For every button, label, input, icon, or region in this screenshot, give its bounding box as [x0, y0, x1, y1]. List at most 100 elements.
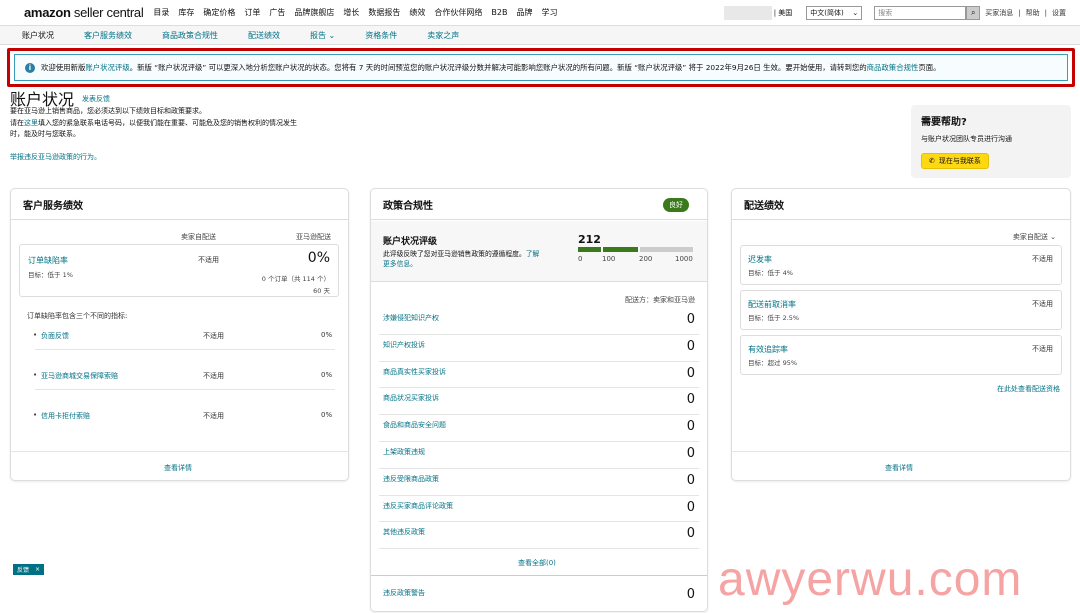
- close-icon[interactable]: ×: [35, 566, 40, 573]
- tab-customer-service[interactable]: 客户服务绩效: [84, 30, 132, 41]
- cancel-rate-name[interactable]: 配送前取消率: [748, 299, 796, 310]
- policy-row-label[interactable]: 其他违反政策: [383, 527, 425, 537]
- gauge-tick: 100: [602, 255, 616, 263]
- settings-link[interactable]: 设置: [1052, 8, 1066, 18]
- intro-text: 要在亚马逊上销售商品，您必须达到以下绩效目标和政策要求。 请在这里填入您的紧急联…: [10, 106, 340, 141]
- feedback-link[interactable]: 发表反馈: [82, 94, 110, 104]
- watermark: awyerwu.com: [718, 553, 1023, 606]
- valid-tracking-box: 有效追踪率 目标：超过 95% 不适用: [740, 335, 1062, 375]
- report-violation-link[interactable]: 举报违反亚马逊政策的行为。: [10, 152, 101, 162]
- late-shipment-name[interactable]: 迟发率: [748, 254, 772, 265]
- view-all-link[interactable]: 查看全部(0): [518, 558, 556, 568]
- phone-icon: ✆: [929, 157, 935, 165]
- policy-row-count: 0: [686, 338, 695, 354]
- valid-tracking-name[interactable]: 有效追踪率: [748, 344, 788, 355]
- cs-view-details-link[interactable]: 查看详情: [164, 463, 192, 473]
- bullet: •: [33, 371, 38, 379]
- search-input[interactable]: 搜索: [874, 5, 967, 20]
- odr-description: 订单缺陷率包含三个不同的指标:: [27, 312, 128, 320]
- card-title: 客户服务绩效: [11, 189, 348, 220]
- contact-here-link[interactable]: 这里: [24, 119, 38, 127]
- gauge-gap: [601, 247, 603, 252]
- col-header-fba: 亚马逊配送: [296, 233, 331, 241]
- nav-performance[interactable]: 绩效: [409, 7, 425, 18]
- policy-row-count: 0: [686, 446, 695, 461]
- banner-link-ahr[interactable]: 账户状况评级: [85, 62, 129, 73]
- nav-catalog[interactable]: 目录: [153, 7, 169, 18]
- nav-b2b[interactable]: B2B: [491, 8, 507, 17]
- divider: [379, 441, 699, 442]
- shipping-performance-card: 配送绩效 卖家自配送 ⌄ 迟发率 目标：低于 4% 不适用 配送前取消率 目标：…: [731, 188, 1071, 481]
- store-name-blurred[interactable]: [723, 5, 772, 20]
- nav-pricing[interactable]: 确定价格: [203, 7, 235, 18]
- help-link[interactable]: 帮助: [1026, 8, 1040, 18]
- nav-reports[interactable]: 数据报告: [368, 7, 400, 18]
- cancel-rate-box: 配送前取消率 目标：低于 2.5% 不适用: [740, 290, 1062, 330]
- late-shipment-value: 不适用: [1032, 255, 1053, 263]
- tab-policy-compliance[interactable]: 商品政策合规性: [162, 30, 218, 41]
- nav-brands[interactable]: 品牌: [517, 7, 533, 18]
- divider: [379, 494, 699, 496]
- a-to-z-merchant: 不适用: [203, 372, 224, 380]
- col-header-merchant: 卖家自配送: [181, 233, 216, 241]
- negative-feedback-link[interactable]: 负面反馈: [41, 331, 69, 341]
- tab-eligibility[interactable]: 资格条件: [365, 30, 397, 41]
- banner-text: 欢迎使用新版: [41, 63, 86, 72]
- chargeback-merchant: 不适用: [203, 412, 224, 420]
- nav-inventory[interactable]: 库存: [178, 7, 194, 18]
- ship-view-details-link[interactable]: 查看详情: [885, 463, 913, 473]
- nav-stores[interactable]: 品牌旗舰店: [294, 7, 334, 18]
- intro-line: 请在这里填入您的紧急联系电话号码，以便我们能在重要、可能危及您的销售权利的情况发…: [10, 118, 297, 127]
- banner-link-policy[interactable]: 商品政策合规性: [867, 62, 919, 73]
- chargeback-claims-link[interactable]: 信用卡拒付索赔: [41, 411, 90, 421]
- contact-me-button[interactable]: ✆ 现在与我联系: [921, 153, 989, 169]
- divider: [379, 387, 699, 389]
- search-icon[interactable]: ⌕: [966, 5, 981, 20]
- info-icon: i: [25, 62, 35, 73]
- policy-row-label[interactable]: 知识产权投诉: [383, 340, 425, 350]
- divider: [371, 575, 707, 576]
- marketplace-label[interactable]: | 美国: [774, 8, 793, 18]
- seller-central-logo[interactable]: amazon seller central: [24, 5, 144, 20]
- buyer-messages-link[interactable]: 买家消息: [985, 8, 1013, 18]
- policy-warning-link[interactable]: 违反政策警告: [383, 588, 425, 598]
- divider: [35, 349, 335, 350]
- feedback-tag[interactable]: 反馈 ×: [13, 564, 45, 575]
- tab-account-health[interactable]: 账户状况: [22, 30, 54, 41]
- fulfillment-filter[interactable]: 卖家自配送 ⌄: [1013, 232, 1056, 242]
- cancel-rate-value: 不适用: [1032, 300, 1053, 308]
- tab-shipping[interactable]: 配送绩效: [248, 30, 280, 41]
- separator: |: [1018, 8, 1021, 17]
- shipping-eligibility-link[interactable]: 在此处查看配送资格: [997, 384, 1060, 394]
- late-shipment-box: 迟发率 目标：低于 4% 不适用: [740, 245, 1062, 285]
- gauge-tick: 200: [639, 255, 653, 263]
- banner-text: 页面。: [918, 63, 941, 72]
- sub-nav: 账户状况 客户服务绩效 商品政策合规性 配送绩效 报告 ⌄ 资格条件 卖家之声: [0, 26, 1080, 45]
- odr-name[interactable]: 订单缺陷率: [28, 255, 68, 266]
- bullet: •: [33, 411, 38, 419]
- a-to-z-claims-link[interactable]: 亚马逊商城交易保障索赔: [41, 371, 118, 381]
- policy-row-count: 0: [686, 392, 695, 408]
- policy-row-label[interactable]: 商品真实性买家投诉: [383, 367, 446, 377]
- policy-row-label[interactable]: 食品和商品安全问题: [383, 420, 446, 430]
- tab-seller-voice[interactable]: 卖家之声: [427, 30, 459, 41]
- valid-tracking-value: 不适用: [1032, 345, 1053, 353]
- policy-row-label[interactable]: 商品状况买家投诉: [383, 393, 439, 403]
- policy-row-label[interactable]: 违反受限商品政策: [383, 474, 439, 484]
- nav-advertising[interactable]: 广告: [269, 7, 285, 18]
- chargeback-fba: 0%: [321, 411, 333, 419]
- negative-feedback-fba: 0%: [321, 331, 333, 339]
- policy-row-label[interactable]: 涉嫌侵犯知识产权: [383, 313, 439, 323]
- nav-learn[interactable]: 学习: [542, 7, 558, 18]
- tab-reports[interactable]: 报告 ⌄: [310, 30, 335, 41]
- odr-metric-box: 订单缺陷率 目标：低于 1% 不适用 0% 0 个订单（共 114 个） 60 …: [19, 244, 339, 297]
- policy-row-count: 0: [686, 472, 695, 488]
- nav-partner-network[interactable]: 合作伙伴网络: [434, 7, 482, 18]
- nav-orders[interactable]: 订单: [244, 7, 260, 18]
- nav-growth[interactable]: 增长: [343, 7, 359, 18]
- ahr-score: 212: [578, 233, 601, 246]
- language-select[interactable]: 中文(简体) ⌄: [806, 5, 863, 20]
- policy-row-label[interactable]: 违反买家商品评论政策: [383, 501, 453, 511]
- late-shipment-target: 目标：低于 4%: [748, 269, 793, 277]
- policy-row-label[interactable]: 上架政策违规: [383, 447, 425, 457]
